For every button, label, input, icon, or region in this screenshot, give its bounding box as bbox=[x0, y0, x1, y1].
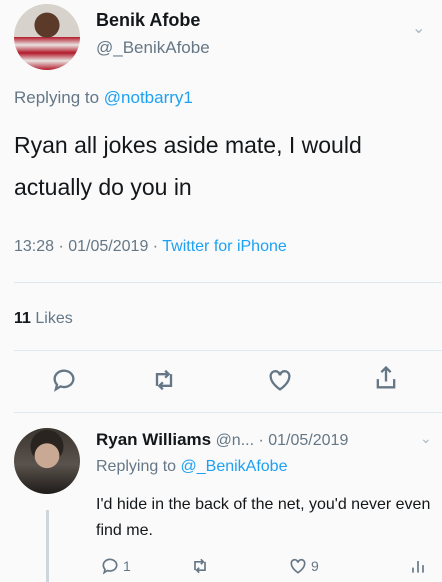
thread-line bbox=[46, 510, 49, 582]
reply-icon bbox=[102, 558, 118, 575]
like-icon[interactable] bbox=[266, 366, 294, 394]
reply-text: I'd hide in the back of the net, you'd n… bbox=[96, 496, 431, 539]
display-name[interactable]: Benik Afobe bbox=[96, 10, 200, 31]
tweet-time: 13:28 · 01/05/2019 · bbox=[14, 238, 159, 255]
tweet-source[interactable]: Twitter for iPhone bbox=[162, 238, 287, 255]
replying-to: Replying to @notbarry1 bbox=[14, 88, 193, 108]
reply-display-name[interactable]: Ryan Williams bbox=[96, 430, 211, 449]
likes-stat[interactable]: 11 Likes bbox=[14, 310, 73, 328]
share-icon[interactable] bbox=[372, 364, 400, 392]
analytics-icon bbox=[412, 561, 424, 573]
reply-handle-date[interactable]: @n... · 01/05/2019 bbox=[216, 432, 349, 449]
retweet-action[interactable] bbox=[190, 556, 210, 576]
divider bbox=[14, 412, 442, 413]
chevron-down-icon[interactable]: ⌄ bbox=[420, 430, 432, 447]
reply-count: 1 bbox=[123, 558, 131, 574]
divider bbox=[14, 350, 442, 351]
tweet-text: Ryan all jokes aside mate, I would actua… bbox=[14, 132, 362, 200]
replying-to-link[interactable]: @notbarry1 bbox=[104, 88, 193, 107]
likes-count: 11 bbox=[14, 310, 31, 327]
reply-replying-to: Replying to @_BenikAfobe bbox=[96, 458, 287, 476]
analytics-action[interactable] bbox=[408, 556, 428, 576]
like-count: 9 bbox=[311, 558, 319, 574]
handle[interactable]: @_BenikAfobe bbox=[96, 38, 210, 58]
chevron-down-icon[interactable]: ⌄ bbox=[412, 18, 425, 38]
tweet-meta: 13:28 · 01/05/2019 · Twitter for iPhone bbox=[14, 238, 287, 256]
avatar-benik[interactable] bbox=[14, 4, 80, 70]
replying-prefix: Replying to bbox=[96, 458, 177, 475]
replying-to-link[interactable]: @_BenikAfobe bbox=[181, 458, 288, 475]
replying-prefix: Replying to bbox=[14, 88, 100, 107]
reply-header: Ryan Williams @n... · 01/05/2019 bbox=[96, 430, 348, 450]
reply-action[interactable]: 1 bbox=[100, 556, 131, 576]
like-icon bbox=[290, 558, 306, 574]
avatar-ryan[interactable] bbox=[14, 428, 80, 494]
likes-label: Likes bbox=[35, 310, 73, 327]
retweet-icon bbox=[194, 558, 206, 574]
retweet-icon[interactable] bbox=[150, 366, 178, 394]
like-action[interactable]: 9 bbox=[288, 556, 319, 576]
reply-icon[interactable] bbox=[50, 366, 78, 394]
divider bbox=[14, 282, 442, 283]
